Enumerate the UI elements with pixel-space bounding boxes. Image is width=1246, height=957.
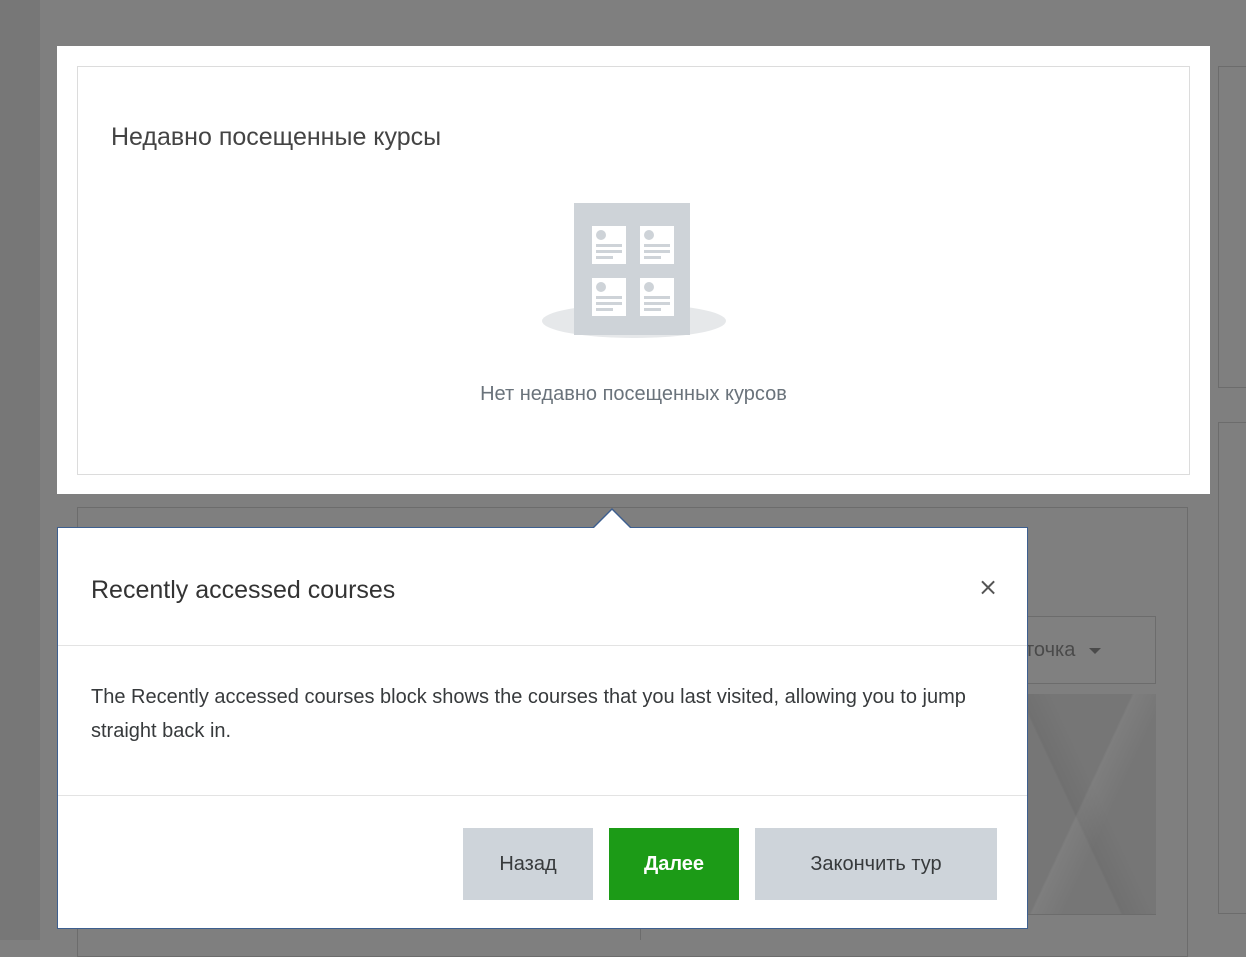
popover-header: Recently accessed courses × — [58, 528, 1027, 646]
course-card-image — [1028, 694, 1156, 914]
sort-dropdown-label: точка — [1025, 639, 1076, 661]
empty-state-message: Нет недавно посещенных курсов — [480, 383, 787, 405]
caret-down-icon — [1089, 647, 1102, 654]
close-icon[interactable]: × — [973, 572, 1003, 602]
block-title: Недавно посещенные курсы — [111, 123, 442, 151]
popover-arrow-fill — [593, 510, 631, 529]
popover-footer: Назад Далее Закончить тур — [58, 795, 1027, 929]
page-sidebar-strip — [0, 0, 40, 940]
popover-content: The Recently accessed courses block show… — [91, 686, 966, 742]
back-button[interactable]: Назад — [463, 828, 593, 900]
end-tour-button[interactable]: Закончить тур — [755, 828, 997, 900]
right-block-top — [1218, 66, 1246, 388]
courses-empty-icon — [542, 203, 726, 338]
tour-spotlight: Недавно посещенные курсы Нет недавно пос… — [57, 46, 1210, 494]
right-block-bottom — [1218, 422, 1246, 914]
popover-title: Recently accessed courses — [91, 576, 396, 604]
recently-accessed-courses-block: Недавно посещенные курсы Нет недавно пос… — [77, 66, 1190, 475]
next-button[interactable]: Далее — [609, 828, 739, 900]
tour-popover: Recently accessed courses × The Recently… — [57, 527, 1028, 929]
